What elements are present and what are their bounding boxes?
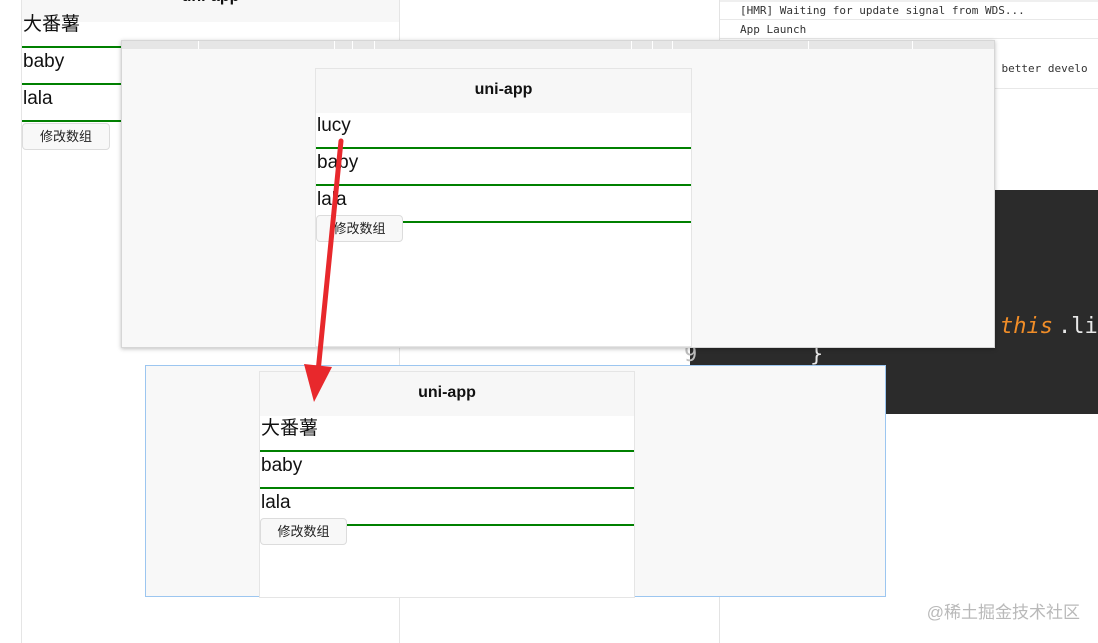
arrow-shaft [315, 138, 344, 375]
watermark: @稀土掘金技术社区 [926, 603, 1080, 622]
annotation-arrow-icon [304, 138, 344, 402]
arrow-head [304, 364, 332, 402]
